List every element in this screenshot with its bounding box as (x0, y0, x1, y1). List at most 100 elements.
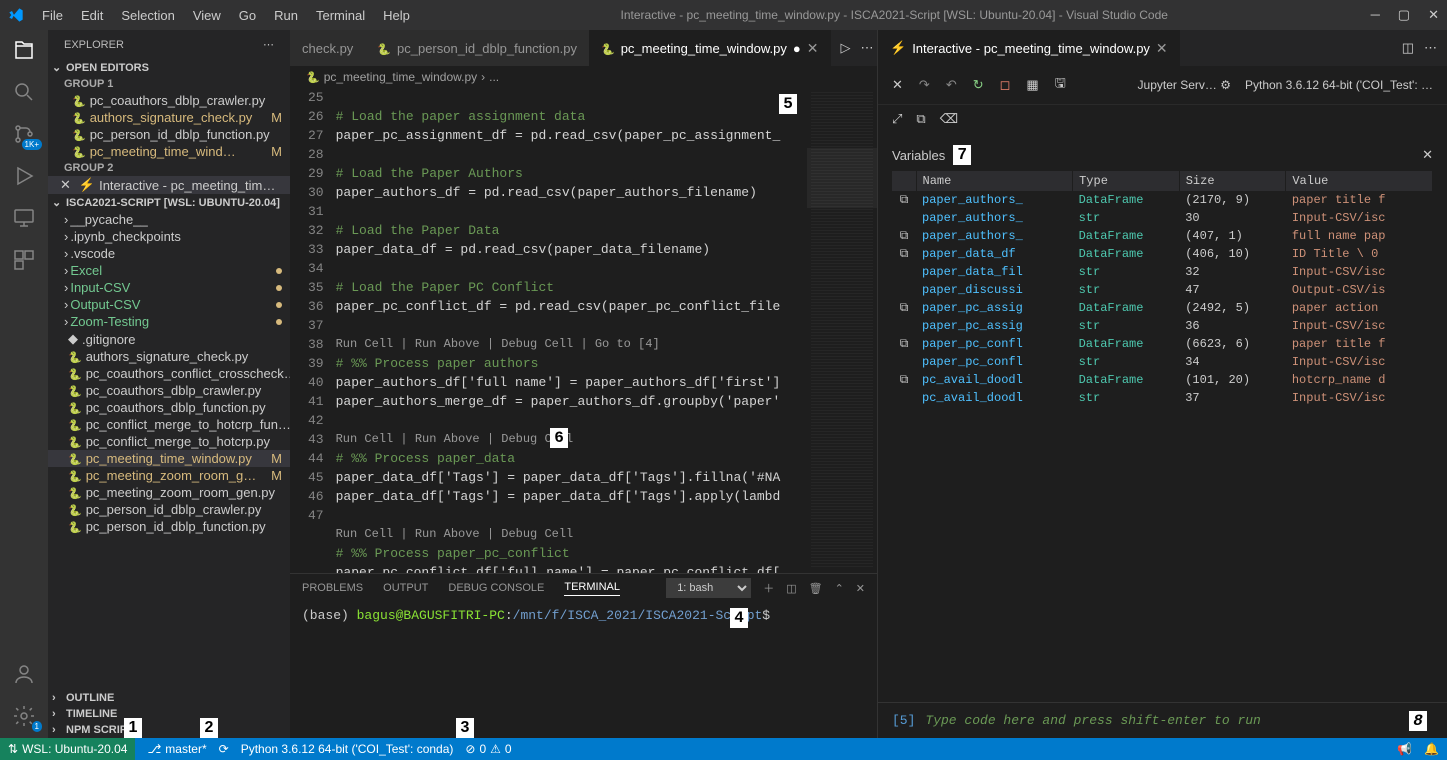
variable-row[interactable]: paper_discussistr47Output-CSV/is (892, 281, 1433, 299)
workspace-section[interactable]: ⌄ISCA2021-SCRIPT [WSL: UBUNTU-20.04] (48, 194, 290, 211)
close-icon[interactable]: ✕ (1428, 7, 1439, 23)
close-tab-icon[interactable]: ✕ (807, 40, 819, 57)
variable-row[interactable]: paper_pc_assigstr36Input-CSV/isc (892, 317, 1433, 335)
maximize-panel-icon[interactable]: ⌃ (835, 582, 844, 595)
tab-check[interactable]: check.py (290, 30, 365, 66)
terminal-select[interactable]: 1: bash (666, 578, 751, 598)
interactive-input[interactable]: [5]Type code here and press shift-enter … (878, 702, 1447, 738)
problems-count[interactable]: ⊘0 ⚠0 (465, 742, 511, 756)
explorer-icon[interactable] (12, 38, 36, 62)
close-variables-icon[interactable]: ✕ (1422, 147, 1433, 163)
variable-row[interactable]: ⧉paper_authors_DataFrame(2170, 9)paper t… (892, 191, 1433, 209)
tab-more-icon[interactable]: ⋯ (861, 40, 874, 56)
settings-icon[interactable]: 1 (12, 704, 36, 728)
account-icon[interactable] (12, 662, 36, 686)
notifications-icon[interactable]: 🔔 (1424, 742, 1439, 756)
more-icon[interactable]: ⋯ (263, 38, 274, 51)
menu-edit[interactable]: Edit (73, 4, 111, 27)
menu-view[interactable]: View (185, 4, 229, 27)
tab-meeting-time[interactable]: pc_meeting_time_window.py●✕ (589, 30, 831, 66)
extensions-icon[interactable] (12, 248, 36, 272)
clear-icon[interactable]: ⌫ (940, 111, 958, 127)
file-item[interactable]: pc_meeting_zoom_room_g…M (48, 467, 290, 484)
open-editor-item[interactable]: authors_signature_check.pyM (48, 109, 290, 126)
outline-section[interactable]: ›OUTLINE (48, 690, 290, 706)
menu-file[interactable]: File (34, 4, 71, 27)
file-item[interactable]: pc_coauthors_dblp_function.py (48, 399, 290, 416)
file-item[interactable]: authors_signature_check.py (48, 348, 290, 365)
menu-selection[interactable]: Selection (113, 4, 182, 27)
file-item[interactable]: pc_person_id_dblp_function.py (48, 518, 290, 535)
folder-item[interactable]: ›.vscode (48, 245, 290, 262)
tab-problems[interactable]: PROBLEMS (302, 582, 363, 594)
feedback-icon[interactable]: 📢 (1397, 742, 1412, 756)
search-icon[interactable] (12, 80, 36, 104)
remote-explorer-icon[interactable] (12, 206, 36, 230)
file-item[interactable]: pc_person_id_dblp_crawler.py (48, 501, 290, 518)
variable-row[interactable]: ⧉paper_authors_DataFrame(407, 1)full nam… (892, 227, 1433, 245)
cancel-icon[interactable]: ✕ (892, 77, 903, 93)
redo-icon[interactable]: ↷ (919, 77, 930, 93)
menu-go[interactable]: Go (231, 4, 264, 27)
git-branch[interactable]: ⎇master* (147, 742, 206, 756)
open-editor-interactive[interactable]: ✕⚡Interactive - pc_meeting_tim… (48, 176, 290, 194)
remote-indicator[interactable]: ⇅WSL: Ubuntu-20.04 (0, 738, 135, 760)
run-debug-icon[interactable] (12, 164, 36, 188)
col-value[interactable]: Value (1286, 171, 1433, 191)
timeline-section[interactable]: ›TIMELINE (48, 706, 290, 722)
col-type[interactable]: Type (1073, 171, 1180, 191)
interactive-tab[interactable]: ⚡Interactive - pc_meeting_time_window.py… (878, 30, 1180, 66)
variable-row[interactable]: paper_authors_str30Input-CSV/isc (892, 209, 1433, 227)
terminal-body[interactable]: (base) bagus@BAGUSFITRI-PC:/mnt/f/ISCA_2… (290, 602, 877, 738)
folder-item[interactable]: ›Output-CSV (48, 296, 290, 313)
run-cell-icon[interactable]: ▷ (841, 40, 851, 56)
breadcrumb[interactable]: pc_meeting_time_window.py › ... (290, 66, 877, 88)
file-item[interactable]: pc_meeting_zoom_room_gen.py (48, 484, 290, 501)
variables-icon[interactable]: ▦ (1026, 77, 1038, 93)
minimap[interactable] (807, 88, 877, 573)
file-item[interactable]: pc_conflict_merge_to_hotcrp.py (48, 433, 290, 450)
folder-item[interactable]: ›Excel (48, 262, 290, 279)
tab-debug-console[interactable]: DEBUG CONSOLE (448, 582, 544, 594)
file-item[interactable]: pc_conflict_merge_to_hotcrp_fun… (48, 416, 290, 433)
open-editor-item[interactable]: pc_meeting_time_wind…M (48, 143, 290, 160)
interrupt-icon[interactable]: ◻ (1000, 77, 1011, 93)
variable-row[interactable]: paper_pc_conflstr34Input-CSV/isc (892, 353, 1433, 371)
minimize-icon[interactable]: ─ (1371, 7, 1380, 23)
col-size[interactable]: Size (1179, 171, 1286, 191)
jupyter-server[interactable]: Jupyter Serv… ⚙ (1138, 78, 1231, 92)
npm-section[interactable]: ›NPM SCRIPTS (48, 722, 290, 738)
folder-item[interactable]: ›Zoom-Testing (48, 313, 290, 330)
close-panel-icon[interactable]: ✕ (856, 582, 865, 595)
code-editor[interactable]: 2526272829303132333435363738394041424344… (290, 88, 877, 573)
variable-row[interactable]: ⧉paper_data_dfDataFrame(406, 10)ID Title… (892, 245, 1433, 263)
open-editor-item[interactable]: pc_coauthors_dblp_crawler.py (48, 92, 290, 109)
col-name[interactable]: Name (916, 171, 1073, 191)
split-editor-icon[interactable]: ◫ (1402, 40, 1414, 56)
save-icon[interactable]: 🖫 (1055, 74, 1066, 96)
kill-terminal-icon[interactable]: 🗑 (809, 582, 823, 595)
folder-item[interactable]: ›.ipynb_checkpoints (48, 228, 290, 245)
split-terminal-icon[interactable]: ◫ (786, 582, 796, 595)
maximize-icon[interactable]: ▢ (1398, 7, 1410, 23)
variable-row[interactable]: pc_avail_doodlstr37Input-CSV/isc (892, 389, 1433, 407)
file-item[interactable]: pc_coauthors_dblp_crawler.py (48, 382, 290, 399)
variable-row[interactable]: ⧉paper_pc_assigDataFrame(2492, 5)paper a… (892, 299, 1433, 317)
file-item[interactable]: pc_coauthors_conflict_crosscheck… (48, 365, 290, 382)
interactive-more-icon[interactable]: ⋯ (1424, 40, 1437, 56)
tab-output[interactable]: OUTPUT (383, 582, 428, 594)
open-editor-item[interactable]: pc_person_id_dblp_function.py (48, 126, 290, 143)
tab-person-id[interactable]: pc_person_id_dblp_function.py (365, 30, 589, 66)
tab-terminal[interactable]: TERMINAL (564, 581, 620, 596)
folder-item[interactable]: ›__pycache__ (48, 211, 290, 228)
restart-icon[interactable]: ↻ (973, 77, 984, 93)
sync-icon[interactable]: ⟳ (219, 742, 229, 756)
file-item[interactable]: pc_meeting_time_window.pyM (48, 450, 290, 467)
new-terminal-icon[interactable]: ＋ (763, 580, 774, 596)
variable-row[interactable]: ⧉pc_avail_doodlDataFrame(101, 20)hotcrp_… (892, 371, 1433, 389)
menu-run[interactable]: Run (266, 4, 306, 27)
open-editors-section[interactable]: ⌄OPEN EDITORS (48, 59, 290, 76)
file-gitignore[interactable]: ◆.gitignore (48, 330, 290, 348)
menu-terminal[interactable]: Terminal (308, 4, 373, 27)
kernel-select[interactable]: Python 3.6.12 64-bit ('COI_Test': … (1245, 78, 1433, 92)
